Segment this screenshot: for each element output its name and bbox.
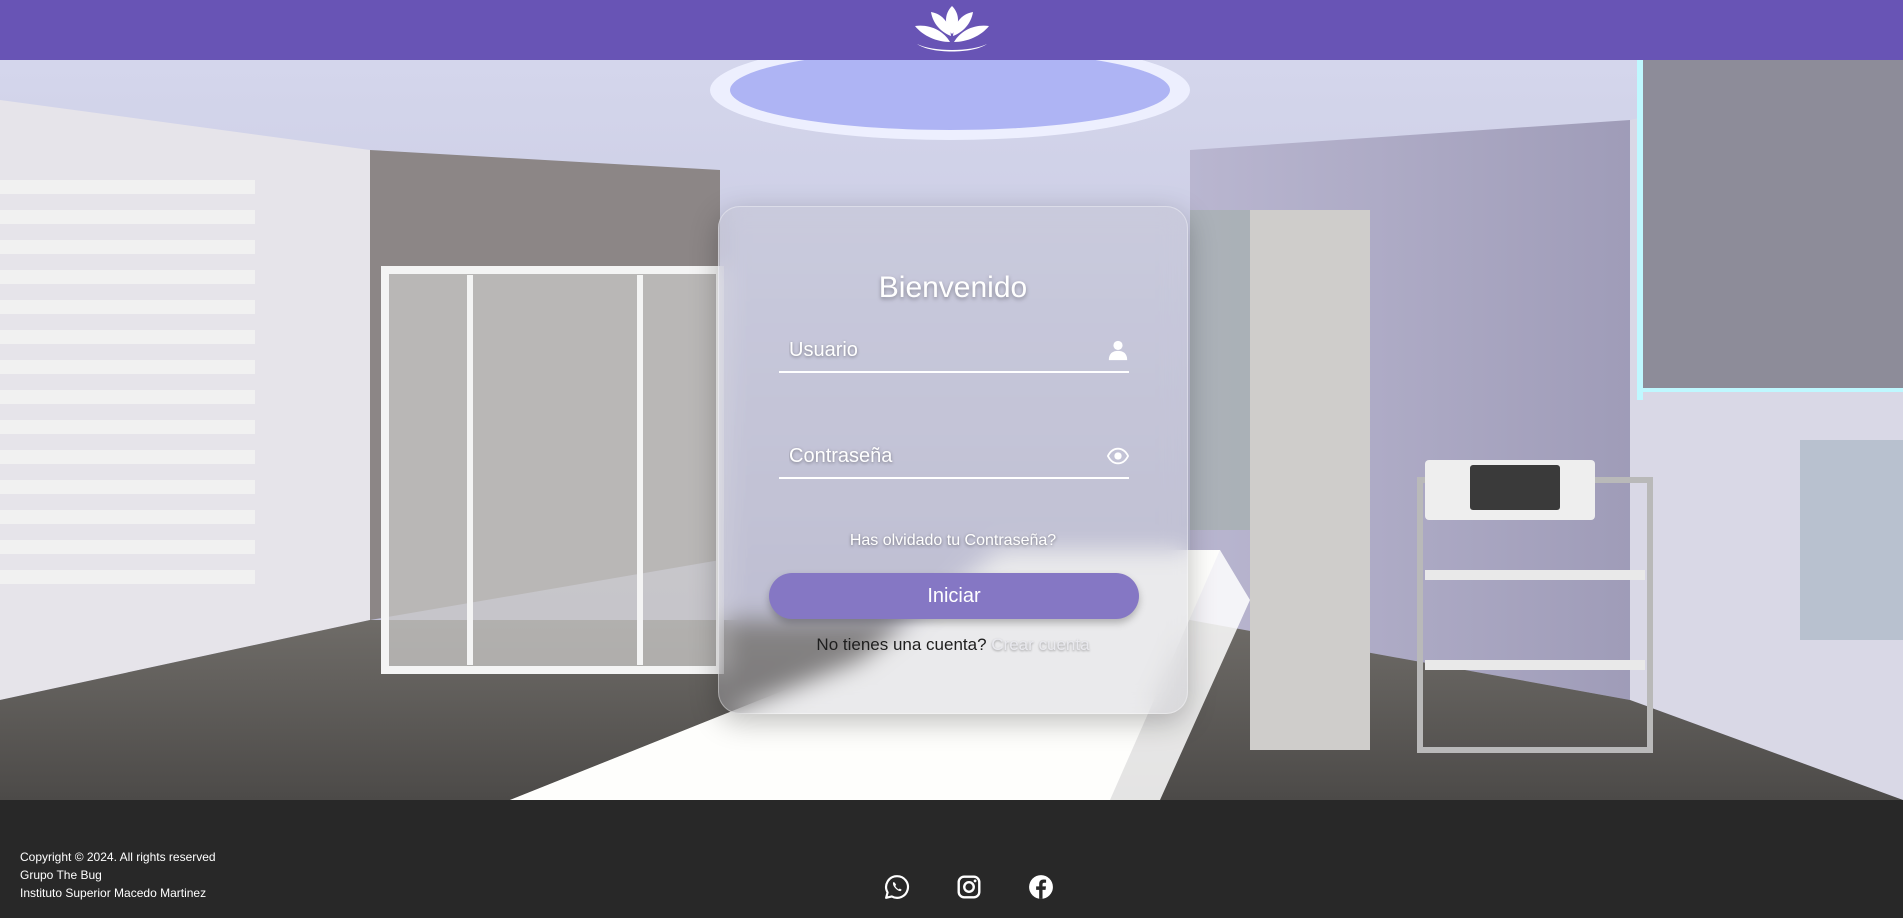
- password-input[interactable]: [779, 435, 1089, 477]
- create-account-link[interactable]: Crear cuenta: [991, 635, 1089, 654]
- top-bar: [0, 0, 1903, 60]
- signup-prompt-text: No tienes una cuenta?: [816, 635, 987, 654]
- eye-icon[interactable]: [1107, 445, 1129, 467]
- forgot-password-link[interactable]: Has olvidado tu Contraseña?: [719, 532, 1187, 550]
- lotus-icon: [914, 6, 989, 52]
- facebook-icon[interactable]: [1028, 874, 1054, 900]
- instagram-icon[interactable]: [956, 874, 982, 900]
- username-field: [779, 329, 1129, 373]
- whatsapp-icon[interactable]: [884, 874, 910, 900]
- login-button[interactable]: Iniciar: [769, 573, 1139, 619]
- user-icon: [1108, 340, 1128, 361]
- username-input[interactable]: [779, 329, 1089, 371]
- institute-name: Instituto Superior Macedo Martinez: [20, 886, 207, 900]
- copyright-text: Copyright © 2024. All rights reserved: [20, 850, 216, 864]
- password-field: [779, 435, 1129, 479]
- footer-credits: Copyright © 2024. All rights reserved Gr…: [20, 848, 216, 902]
- signup-prompt: No tienes una cuenta? Crear cuenta: [719, 635, 1187, 655]
- footer: Copyright © 2024. All rights reserved Gr…: [0, 800, 1903, 918]
- login-card: Bienvenido Has olvidado tu Contraseña? I…: [718, 206, 1188, 714]
- hero-background: Bienvenido Has olvidado tu Contraseña? I…: [0, 60, 1903, 800]
- login-title: Bienvenido: [878, 271, 1028, 304]
- group-name: Grupo The Bug: [20, 868, 102, 882]
